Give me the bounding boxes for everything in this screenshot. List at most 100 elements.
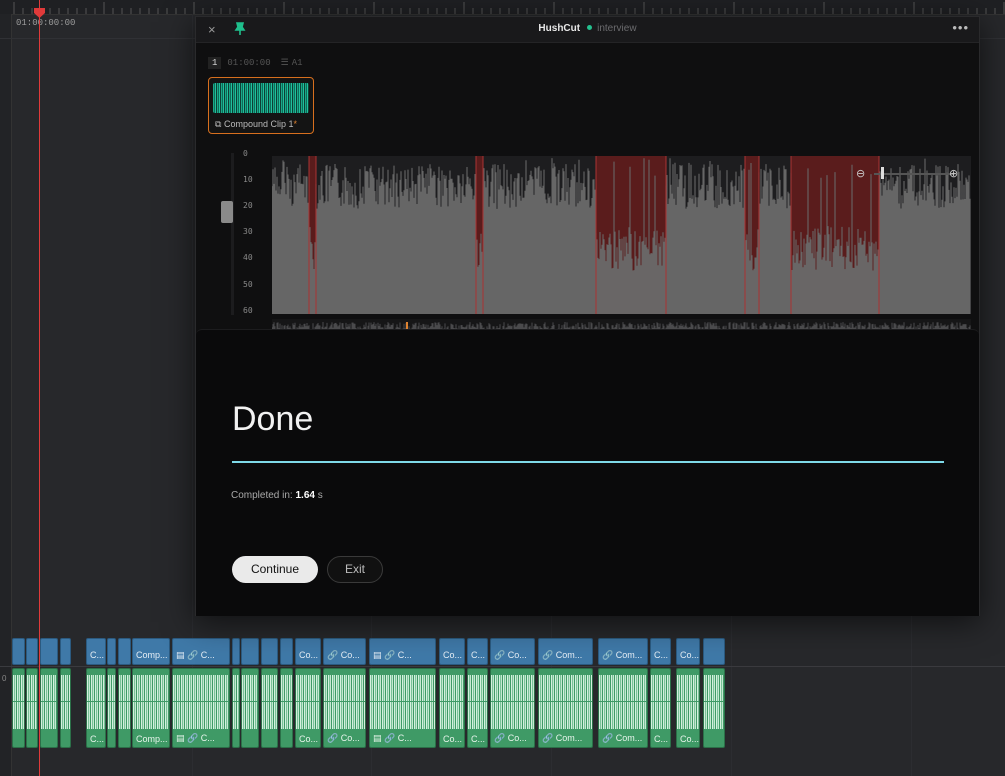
overview-playhead xyxy=(406,322,408,329)
audio-clip[interactable]: 🔗 Co... xyxy=(490,668,535,748)
done-heading: Done xyxy=(232,400,314,438)
audio-clip-label: 🔗 Com... xyxy=(602,733,643,743)
audio-clip-label: 🔗 Com... xyxy=(542,733,583,743)
video-clip[interactable] xyxy=(26,638,38,665)
done-dialog: Done Completed in: 1.64 s Continue Exit xyxy=(196,329,979,616)
hushcut-window: × HushCut interview ••• 1 01:00:00 ☰ A1 ⧉ Co… xyxy=(195,16,980,616)
audio-waveform xyxy=(233,675,239,729)
audio-clip-label: 🔗 Co... xyxy=(327,733,360,743)
video-clip[interactable]: Co... xyxy=(295,638,321,665)
audio-clip[interactable] xyxy=(241,668,259,748)
video-clip[interactable] xyxy=(241,638,259,665)
audio-clip[interactable] xyxy=(107,668,116,748)
audio-clip[interactable]: Co... xyxy=(295,668,321,748)
video-clip[interactable]: 🔗 Com... xyxy=(538,638,593,665)
zoom-out-icon[interactable]: ⊖ xyxy=(856,167,865,180)
video-clip[interactable] xyxy=(107,638,116,665)
playhead-handle[interactable] xyxy=(34,8,45,18)
zoom-slider[interactable] xyxy=(874,173,954,175)
title-bar[interactable]: × HushCut interview ••• xyxy=(196,17,979,43)
progress-bar xyxy=(232,461,944,463)
video-clip[interactable] xyxy=(232,638,240,665)
zoom-in-icon[interactable]: ⊕ xyxy=(949,167,958,180)
waveform-graphic xyxy=(272,156,971,314)
audio-waveform xyxy=(41,675,57,729)
waveform-overview[interactable] xyxy=(272,319,971,329)
app-title: HushCut xyxy=(538,23,581,34)
audio-clip[interactable]: ▤ 🔗 C... xyxy=(369,668,436,748)
audio-clip[interactable] xyxy=(118,668,131,748)
audio-track: C... Comp... ▤ 🔗 C... Co... 🔗 Co... ▤ 🔗 C... C… xyxy=(0,668,1005,748)
continue-button[interactable]: Continue xyxy=(232,556,318,583)
meter-tick: 20 xyxy=(243,201,253,210)
audio-waveform xyxy=(27,675,37,729)
video-clip[interactable]: 🔗 Co... xyxy=(490,638,535,665)
video-clip[interactable] xyxy=(703,638,725,665)
audio-clip[interactable] xyxy=(26,668,38,748)
audio-waveform xyxy=(61,675,70,729)
audio-clip[interactable]: ▤ 🔗 C... xyxy=(172,668,230,748)
video-clip[interactable]: Co... xyxy=(439,638,465,665)
video-clip[interactable] xyxy=(280,638,293,665)
audio-clip-label: C... xyxy=(471,734,486,744)
audio-clip[interactable]: C... xyxy=(86,668,106,748)
video-clip[interactable]: ▤ 🔗 C... xyxy=(369,638,436,665)
zoom-slider-thumb[interactable] xyxy=(881,167,884,179)
meter-track[interactable] xyxy=(231,153,234,315)
audio-clip[interactable] xyxy=(261,668,278,748)
audio-clip-label: 🔗 Co... xyxy=(494,733,527,743)
clip-waveform-thumbnail xyxy=(213,83,309,113)
video-clip[interactable]: 🔗 Com... xyxy=(598,638,648,665)
clip-name: Compound Clip 1 xyxy=(223,119,294,129)
audio-waveform xyxy=(13,675,24,729)
audio-clip[interactable]: 🔗 Com... xyxy=(598,668,648,748)
audio-clip[interactable]: Comp... xyxy=(132,668,170,748)
audio-waveform xyxy=(651,675,670,729)
project-name: interview xyxy=(597,23,637,34)
video-clip[interactable]: Comp... xyxy=(132,638,170,665)
video-clip[interactable]: 🔗 Co... xyxy=(323,638,366,665)
more-menu-icon[interactable]: ••• xyxy=(952,20,969,35)
video-clip[interactable] xyxy=(12,638,25,665)
playhead[interactable] xyxy=(39,0,40,776)
audio-clip[interactable]: Co... xyxy=(676,668,700,748)
audio-waveform xyxy=(133,675,169,729)
video-clip[interactable]: C... xyxy=(650,638,671,665)
video-clip[interactable] xyxy=(60,638,71,665)
meter-tick: 60 xyxy=(243,306,253,315)
audio-waveform xyxy=(108,675,115,729)
audio-waveform xyxy=(370,675,435,729)
completed-time: 1.64 xyxy=(295,490,315,501)
audio-clip[interactable]: C... xyxy=(650,668,671,748)
video-clip[interactable] xyxy=(261,638,278,665)
waveform-view[interactable] xyxy=(272,156,971,314)
clip-track: A1 xyxy=(291,58,303,68)
audio-clip[interactable] xyxy=(40,668,58,748)
audio-clip[interactable]: C... xyxy=(467,668,488,748)
audio-clip[interactable]: Co... xyxy=(439,668,465,748)
audio-clip[interactable] xyxy=(280,668,293,748)
video-clip[interactable]: Co... xyxy=(676,638,700,665)
audio-clip[interactable]: 🔗 Com... xyxy=(538,668,593,748)
video-clip[interactable]: C... xyxy=(467,638,488,665)
video-clip[interactable] xyxy=(40,638,58,665)
audio-clip[interactable] xyxy=(232,668,240,748)
audio-clip[interactable] xyxy=(703,668,725,748)
clip-card[interactable]: ⧉ Compound Clip 1* xyxy=(208,77,314,134)
audio-clip[interactable] xyxy=(60,668,71,748)
meter-tick: 30 xyxy=(243,227,253,236)
audio-waveform xyxy=(677,675,699,729)
audio-clip[interactable] xyxy=(12,668,25,748)
video-clip[interactable]: C... xyxy=(86,638,106,665)
audio-clip[interactable]: 🔗 Co... xyxy=(323,668,366,748)
audio-waveform xyxy=(539,675,592,729)
progress-fill xyxy=(232,461,944,463)
audio-waveform xyxy=(491,675,534,729)
video-clip[interactable]: ▤ 🔗 C... xyxy=(172,638,230,665)
exit-button[interactable]: Exit xyxy=(327,556,383,583)
video-clip[interactable] xyxy=(118,638,131,665)
timeline-ruler[interactable] xyxy=(0,0,1005,15)
audio-clip-label: Comp... xyxy=(136,734,168,744)
threshold-slider-knob[interactable] xyxy=(221,201,233,223)
overview-graphic xyxy=(272,322,971,329)
